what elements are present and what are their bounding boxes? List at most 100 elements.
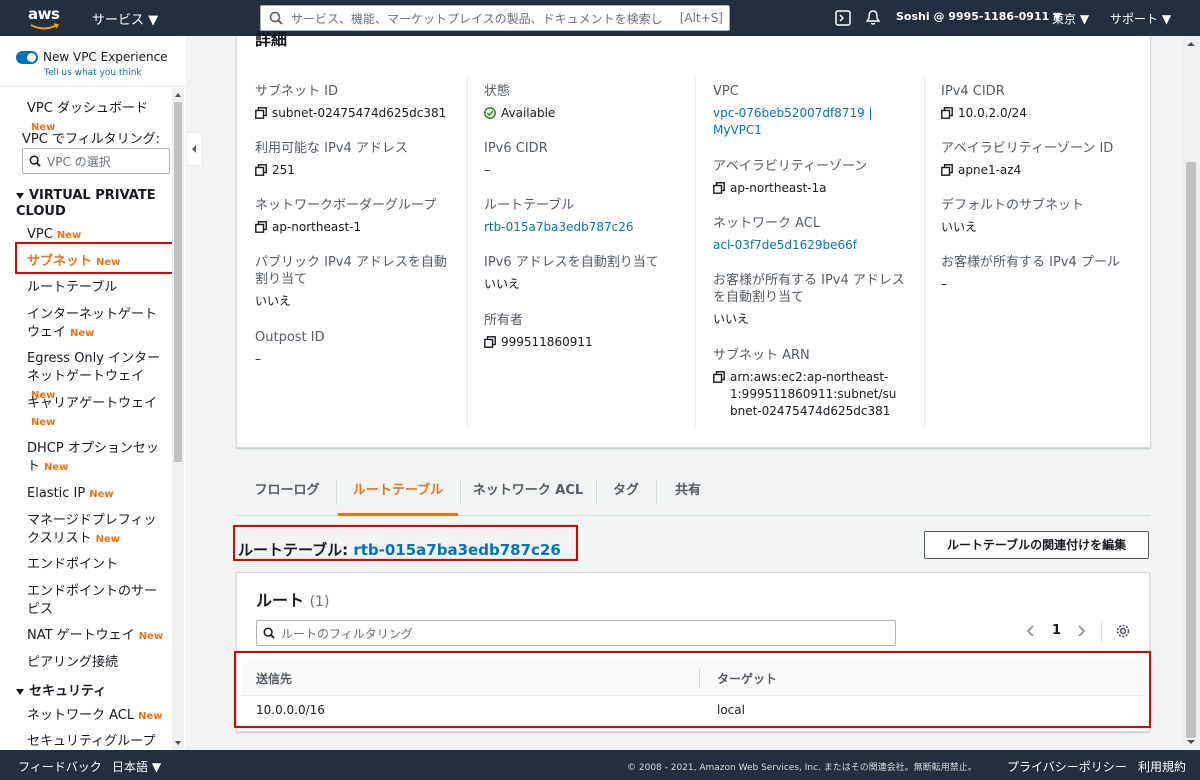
aws-logo[interactable]: aws: [28, 5, 68, 33]
new-vpc-experience-toggle[interactable]: New VPC Experience: [16, 50, 168, 64]
field-label: お客様が所有する IPv4 プール: [941, 255, 1120, 270]
outpost-value: –: [255, 352, 261, 366]
sidebar-item-endpoint-services[interactable]: エンドポイントのサービス: [27, 583, 167, 619]
chevron-left-icon[interactable]: [1025, 623, 1037, 639]
field-label: IPv4 CIDR: [941, 84, 1005, 99]
tab-route-table[interactable]: ルートテーブル: [338, 472, 458, 516]
field-label: IPv6 アドレスを自動割り当て: [484, 255, 659, 270]
language-selector[interactable]: 日本語 ▼: [112, 758, 161, 775]
field-value: –: [255, 351, 465, 368]
notifications-bell-icon[interactable]: [864, 9, 882, 27]
sidebar-item-internet-gateways[interactable]: インターネットゲートウェイ New: [27, 306, 167, 343]
scroll-up-arrow-icon[interactable]: [1182, 38, 1200, 50]
subnet-details-panel: 詳細 サブネット ID subnet-02475474d625dc381 利用可…: [236, 30, 1151, 448]
field-ipv4-cidr: IPv4 CIDR 10.0.2.0/24: [941, 83, 1151, 122]
aws-logo-text: aws: [28, 5, 60, 23]
privacy-policy-link[interactable]: プライバシーポリシー: [1007, 758, 1127, 775]
cloudshell-icon[interactable]: [834, 9, 852, 27]
customer-ipv4-value: いいえ: [713, 312, 750, 326]
field-state: 状態 Available: [484, 83, 694, 122]
field-value: 10.0.2.0/24: [941, 105, 1151, 122]
toggle-switch[interactable]: [16, 50, 38, 64]
scroll-down-arrow-icon[interactable]: [172, 738, 184, 748]
sidebar-scrollbar[interactable]: [172, 88, 184, 750]
new-badge: New: [95, 534, 121, 545]
sidebar-collapse-button[interactable]: [186, 132, 202, 166]
copy-icon[interactable]: [255, 107, 267, 119]
gear-icon[interactable]: [1115, 623, 1131, 639]
field-value: apne1-az4: [941, 162, 1151, 179]
field-network-acl: ネットワーク ACL acl-03f7de5d1629be66f: [713, 215, 923, 254]
field-owner: 所有者 999511860911: [484, 312, 694, 351]
feedback-link[interactable]: フィードバック: [18, 758, 102, 775]
field-value: いいえ: [713, 311, 913, 328]
main-scrollbar-thumb[interactable]: [1186, 162, 1196, 738]
tab-tags[interactable]: タグ: [600, 472, 652, 516]
search-shortcut-hint: [Alt+S]: [679, 11, 723, 25]
state-value: Available: [501, 106, 556, 120]
tab-divider: [596, 480, 597, 504]
copy-icon[interactable]: [255, 164, 267, 176]
sidebar-item-managed-prefix-lists[interactable]: マネージドプレフィックスリスト New: [27, 512, 169, 549]
scroll-down-arrow-icon[interactable]: [1182, 736, 1200, 748]
sidebar-item-elastic-ip[interactable]: Elastic IP New: [27, 485, 172, 504]
sidebar-item-label: VPC ダッシュボード: [27, 101, 148, 116]
vpc-filter-select[interactable]: VPC の選択: [22, 148, 170, 174]
sidebar-item-route-tables[interactable]: ルートテーブル: [27, 279, 172, 297]
column-divider: [924, 76, 925, 428]
sidebar-item-dhcp-options[interactable]: DHCP オプションセット New: [27, 440, 167, 477]
copy-icon[interactable]: [713, 182, 725, 194]
search-icon: [269, 11, 283, 25]
sidebar-item-carrier-gateways[interactable]: キャリアゲートウェイ New: [27, 395, 157, 432]
vpc-link[interactable]: vpc-076beb52007df8719 | MyVPC1: [713, 105, 873, 139]
section-virtual-private-cloud[interactable]: VIRTUAL PRIVATE CLOUD: [16, 188, 166, 220]
section-label: VIRTUAL PRIVATE CLOUD: [16, 188, 156, 219]
section-security[interactable]: セキュリティ: [16, 684, 106, 700]
copy-icon[interactable]: [941, 164, 953, 176]
routes-heading: ルート (1): [256, 587, 329, 611]
field-value: いいえ: [484, 276, 694, 293]
routes-filter-input[interactable]: ルートのフィルタリング: [256, 620, 896, 646]
copy-icon[interactable]: [255, 221, 267, 233]
field-label: ルートテーブル: [484, 198, 575, 213]
vpc-filter-label: VPC でフィルタリング:: [22, 132, 161, 147]
sidebar-item-endpoints[interactable]: エンドポイント: [27, 556, 172, 574]
field-label: IPv6 CIDR: [484, 141, 548, 156]
new-badge: New: [70, 328, 95, 339]
sidebar-scrollbar-thumb[interactable]: [174, 102, 182, 462]
tab-sharing[interactable]: 共有: [662, 472, 714, 516]
main-scrollbar[interactable]: [1182, 36, 1200, 750]
copy-icon[interactable]: [941, 107, 953, 119]
support-menu[interactable]: サポート ▼: [1110, 10, 1171, 27]
new-badge: New: [56, 230, 82, 241]
chevron-right-icon[interactable]: [1075, 623, 1087, 639]
sidebar-item-security-groups[interactable]: セキュリティグループ: [27, 733, 172, 750]
terms-link[interactable]: 利用規約: [1138, 758, 1186, 775]
field-available-ipv4: 利用可能な IPv4 アドレス 251: [255, 140, 465, 179]
sidebar-item-peering-connections[interactable]: ピアリング接続: [27, 654, 172, 672]
scroll-up-arrow-icon[interactable]: [172, 90, 184, 100]
field-label: 利用可能な IPv4 アドレス: [255, 141, 408, 156]
tab-network-acl[interactable]: ネットワーク ACL: [464, 472, 592, 516]
pager-divider: [1101, 621, 1102, 643]
sidebar-item-nat-gateways[interactable]: NAT ゲートウェイ New: [27, 627, 172, 646]
sidebar-item-network-acls[interactable]: ネットワーク ACL New: [27, 707, 172, 726]
edit-route-table-association-button[interactable]: ルートテーブルの関連付けを編集: [924, 531, 1149, 559]
route-table-link[interactable]: rtb-015a7ba3edb787c26: [484, 219, 633, 236]
copy-icon[interactable]: [484, 336, 496, 348]
route-table-id-link[interactable]: rtb-015a7ba3edb787c26: [353, 541, 560, 559]
feedback-link[interactable]: Tell us what you think: [44, 68, 142, 78]
sidebar-item-label: マネージドプレフィックスリスト: [27, 513, 157, 546]
account-menu[interactable]: Soshi @ 9995-1186-0911 ▼: [896, 10, 1062, 23]
region-selector[interactable]: 東京 ▼: [1052, 10, 1089, 27]
global-search-input[interactable]: サービス、機能、マーケットプレイスの製品、ドキュメントを検索し [Alt+S]: [260, 5, 730, 31]
section-label: セキュリティ: [29, 684, 107, 699]
field-label: ネットワーク ACL: [713, 216, 821, 231]
copy-icon[interactable]: [713, 371, 725, 383]
network-acl-link[interactable]: acl-03f7de5d1629be66f: [713, 237, 857, 254]
tab-flow-logs[interactable]: フローログ: [242, 472, 332, 516]
page-number[interactable]: 1: [1052, 623, 1061, 638]
ipv4-cidr-value: 10.0.2.0/24: [958, 106, 1027, 120]
services-menu[interactable]: サービス ▼: [92, 9, 158, 28]
column-divider: [695, 76, 696, 428]
